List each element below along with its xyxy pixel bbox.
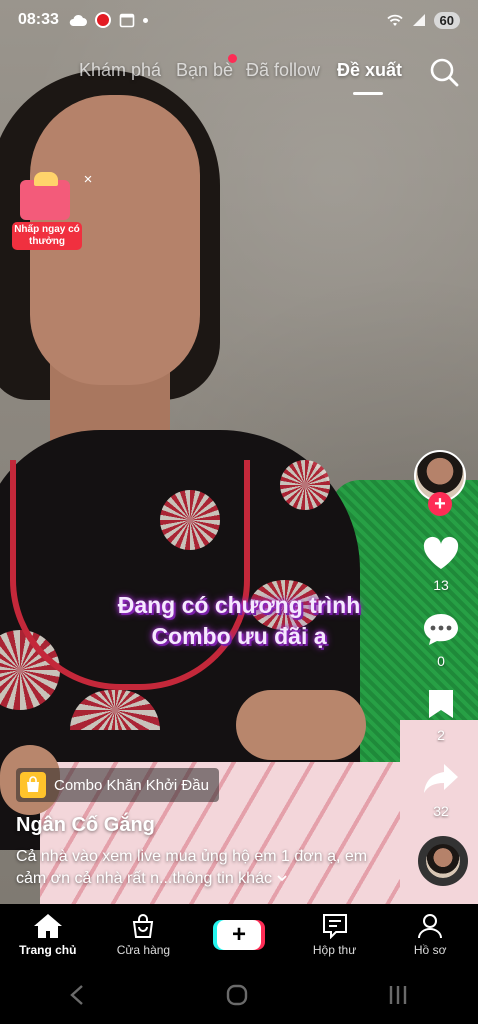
like-button[interactable]: 13 <box>410 536 472 593</box>
video-hand-right <box>236 690 366 760</box>
music-disc-avatar <box>426 844 460 878</box>
share-count: 32 <box>433 803 449 819</box>
promo-label: Nhấp ngay có thưởng <box>12 222 82 250</box>
status-bar: 08:33 60 <box>0 0 478 40</box>
tab-following[interactable]: Đã follow <box>246 60 320 81</box>
post-description[interactable]: Cả nhà vào xem live mua ủng hộ em 1 đơn … <box>16 846 386 890</box>
nav-inbox-label: Hộp thư <box>312 943 357 957</box>
nav-profile-label: Hồ sơ <box>413 943 447 957</box>
video-caption: Đang có chương trình Combo ưu đãi ạ <box>0 590 478 652</box>
wifi-icon <box>386 14 403 26</box>
nav-create[interactable]: + <box>191 904 287 966</box>
tab-explore[interactable]: Khám phá <box>79 60 161 81</box>
nav-inbox[interactable]: Hộp thư <box>287 904 383 966</box>
calendar-icon <box>119 13 135 28</box>
create-button[interactable]: + <box>212 920 265 950</box>
active-tab-indicator <box>353 92 383 95</box>
comment-count: 0 <box>437 653 445 669</box>
shop-product-label: Combo Khăn Khởi Đầu <box>54 776 209 794</box>
comment-icon <box>424 614 458 645</box>
system-nav-bar <box>0 966 478 1024</box>
more-info-link[interactable]: thông tin khác <box>172 870 272 887</box>
battery-indicator: 60 <box>433 11 460 29</box>
promo-badge[interactable]: Nhấp ngay có thưởng × <box>10 172 92 256</box>
nav-profile[interactable]: Hồ sơ <box>382 904 478 966</box>
back-icon[interactable] <box>68 984 88 1006</box>
recents-icon[interactable] <box>386 984 410 1006</box>
shopping-bag-icon <box>133 914 154 938</box>
close-icon[interactable]: × <box>80 172 96 188</box>
home-icon <box>33 914 62 938</box>
top-tab-bar: Khám phá Bạn bè Đã follow Đề xuất <box>0 50 478 96</box>
music-disc[interactable] <box>418 836 468 886</box>
status-time: 08:33 <box>18 11 59 28</box>
like-count: 13 <box>433 577 449 593</box>
share-icon <box>424 764 458 793</box>
video-caption-line1: Đang có chương trình <box>117 592 361 618</box>
shop-product-chip[interactable]: Combo Khăn Khởi Đầu <box>16 768 219 802</box>
save-button[interactable]: 2 <box>410 688 472 743</box>
search-icon[interactable] <box>428 56 460 88</box>
chevron-down-icon[interactable] <box>276 873 288 883</box>
video-caption-line2: Combo ưu đãi ạ <box>151 623 327 649</box>
shopping-bag-icon <box>20 772 46 798</box>
share-button[interactable]: 32 <box>410 762 472 819</box>
home-circle-icon[interactable] <box>225 983 249 1007</box>
nav-home[interactable]: Trang chủ <box>0 904 96 966</box>
dot-icon <box>142 17 148 23</box>
bottom-nav: Trang chủ Cửa hàng + Hộp thư Hồ sơ <box>0 904 478 966</box>
cloud-icon <box>69 14 87 26</box>
nav-shop-label: Cửa hàng <box>116 943 171 957</box>
author-name[interactable]: Ngân Cố Gắng <box>16 814 155 837</box>
nav-shop[interactable]: Cửa hàng <box>96 904 192 966</box>
follow-button[interactable]: + <box>428 492 452 516</box>
profile-icon <box>418 914 443 939</box>
tab-friends[interactable]: Bạn bè <box>176 60 233 81</box>
heart-icon <box>423 536 459 569</box>
comment-button[interactable]: 0 <box>410 612 472 669</box>
plus-icon: + <box>216 920 261 950</box>
app-notification-icon <box>94 12 111 28</box>
inbox-icon <box>322 914 347 939</box>
tab-for-you[interactable]: Đề xuất <box>337 60 402 81</box>
friends-notification-dot <box>228 54 237 63</box>
bookmark-icon <box>429 690 453 718</box>
save-count: 2 <box>437 727 445 743</box>
signal-icon <box>412 14 425 26</box>
nav-home-label: Trang chủ <box>19 943 77 957</box>
gift-icon <box>20 180 70 220</box>
